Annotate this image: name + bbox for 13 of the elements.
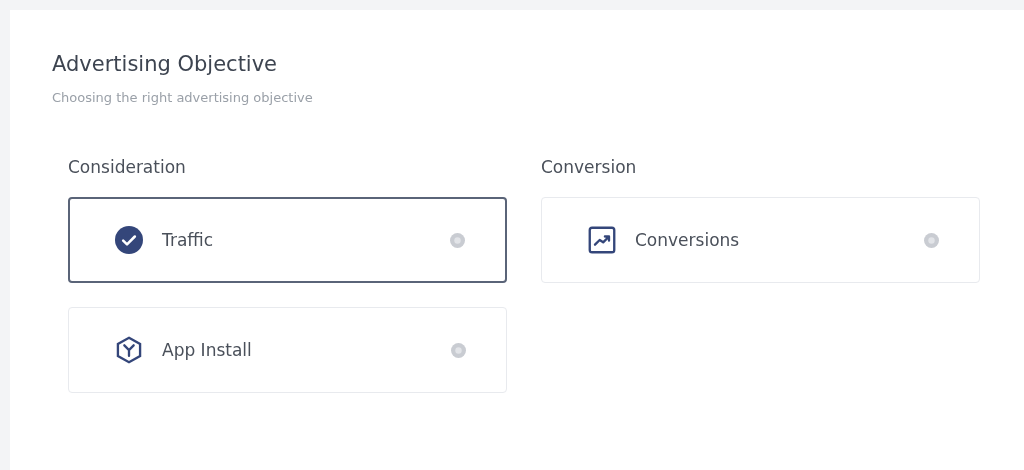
help-icon[interactable] [450,232,465,248]
group-heading: Consideration [68,157,187,177]
objective-option[interactable]: Conversions [541,197,980,283]
objective-option[interactable]: App Install [68,307,507,393]
help-icon[interactable] [924,232,939,248]
check-circle-icon [115,226,143,254]
chart-icon [588,226,616,254]
objective-option[interactable]: Traffic [68,197,507,283]
page-subtitle: Choosing the right advertising objective [52,90,314,105]
help-icon[interactable] [451,342,466,358]
hexagon-icon [115,336,143,364]
group-heading: Conversion [541,157,638,177]
page-title: Advertising Objective [52,52,279,76]
